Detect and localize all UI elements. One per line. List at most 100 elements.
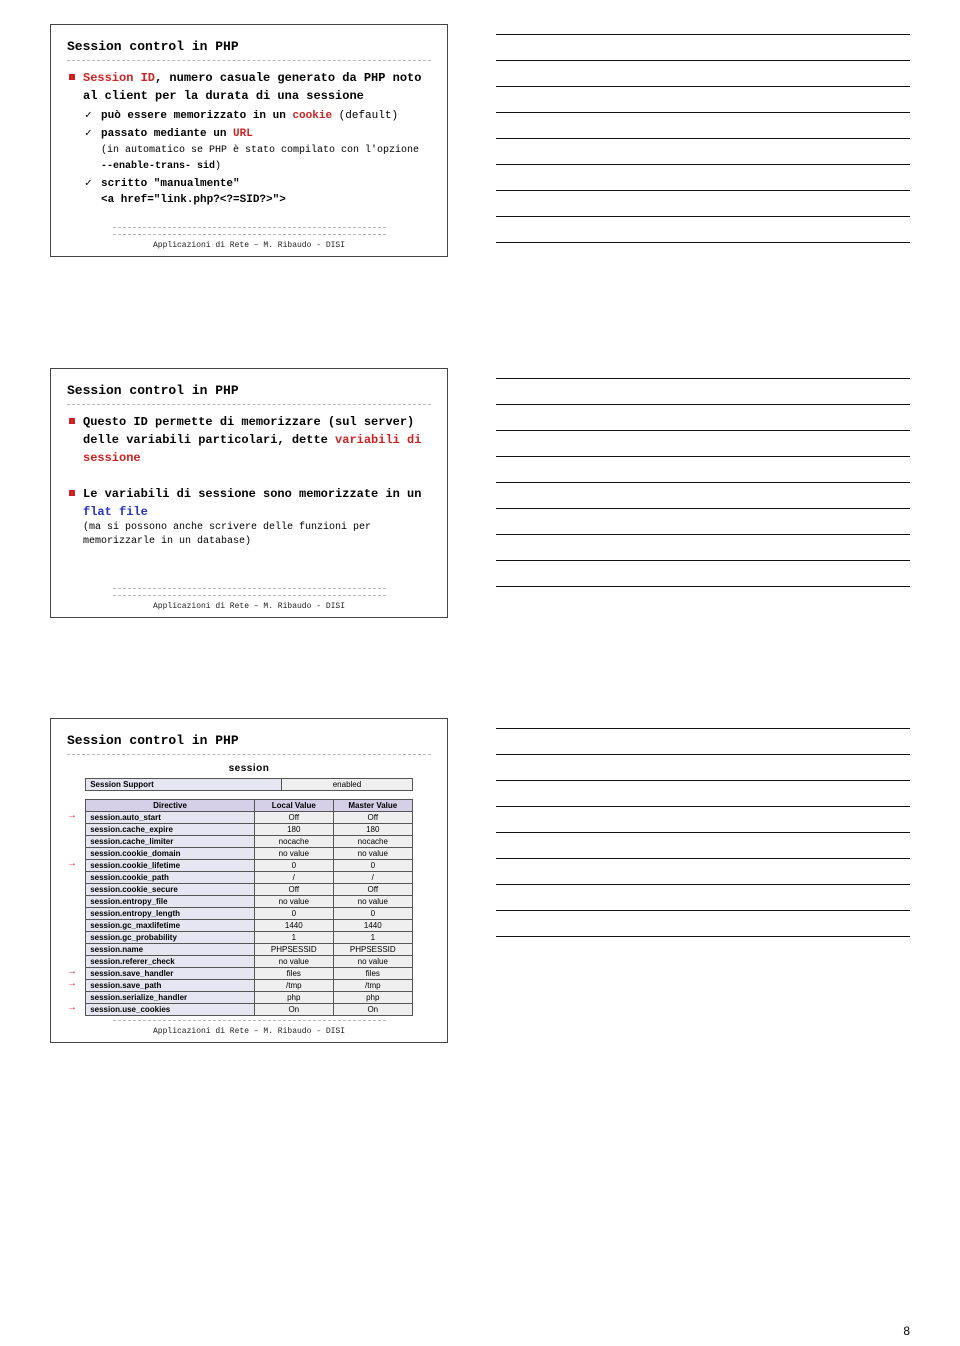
check-icon: ✓ — [85, 177, 92, 193]
cell-master: 180 — [333, 824, 412, 836]
cell-directive: session.cookie_domain — [86, 848, 255, 860]
note-line — [496, 910, 910, 911]
table-row: session.cache_expire180180 — [86, 824, 413, 836]
cell-master: php — [333, 992, 412, 1004]
cell-master: 0 — [333, 860, 412, 872]
notes-area-2 — [496, 368, 910, 612]
divider — [67, 404, 431, 405]
note-line — [496, 138, 910, 139]
cell-local: 1 — [254, 932, 333, 944]
footer-text: Applicazioni di Rete – M. Ribaudo - DISI — [67, 241, 431, 250]
th-local: Local Value — [254, 800, 333, 812]
cell-directive: session.gc_maxlifetime — [86, 920, 255, 932]
cell-directive: session.cookie_secure — [86, 884, 255, 896]
note-line — [496, 60, 910, 61]
note-line — [496, 34, 910, 35]
cell-master: On — [333, 1004, 412, 1016]
note-line — [496, 586, 910, 587]
cell-local: / — [254, 872, 333, 884]
note-line — [496, 832, 910, 833]
cell-local: 180 — [254, 824, 333, 836]
divider — [67, 754, 431, 755]
note-line — [496, 378, 910, 379]
cell-local: php — [254, 992, 333, 1004]
table-row: session.cookie_domainno valueno value — [86, 848, 413, 860]
arrow-icon: → — [69, 968, 75, 978]
cell-local: nocache — [254, 836, 333, 848]
slide-footer: Applicazioni di Rete – M. Ribaudo - DISI — [67, 588, 431, 611]
slide-1-sublist: ✓può essere memorizzato in un cookie (de… — [83, 109, 431, 209]
bullet-flatfile: Le variabili di sessione sono memorizzat… — [67, 485, 431, 548]
cell-master: PHPSESSID — [333, 944, 412, 956]
cell-local: Off — [254, 884, 333, 896]
table-header-row: Directive Local Value Master Value — [86, 800, 413, 812]
cell-directive: session.save_handler — [86, 968, 255, 980]
arrow-icon: → — [69, 980, 75, 990]
slide-2: Session control in PHP Questo ID permett… — [50, 368, 448, 618]
cell-directive: session.referer_check — [86, 956, 255, 968]
slide-1-title: Session control in PHP — [67, 39, 431, 54]
table-row: session.cookie_secureOffOff — [86, 884, 413, 896]
note-line — [496, 86, 910, 87]
cell-local: no value — [254, 848, 333, 860]
cell-master: Off — [333, 812, 412, 824]
note-line — [496, 936, 910, 937]
b2sub: (ma si possono anche scrivere delle funz… — [83, 521, 431, 548]
note-line — [496, 780, 910, 781]
notes-area-1 — [496, 24, 910, 268]
arrow-icon: → — [69, 812, 75, 822]
slide-2-title: Session control in PHP — [67, 383, 431, 398]
cell-local: Off — [254, 812, 333, 824]
table-row: session.namePHPSESSIDPHPSESSID — [86, 944, 413, 956]
bullet-variabili: Questo ID permette di memorizzare (sul s… — [67, 413, 431, 467]
cell-local: 0 — [254, 908, 333, 920]
slide-1-bullets: Session ID, numero casuale generato da P… — [67, 69, 431, 209]
th-master: Master Value — [333, 800, 412, 812]
table-row: session.cache_limiternocachenocache — [86, 836, 413, 848]
table-row: session.use_cookiesOnOn — [86, 1004, 413, 1016]
note-line — [496, 112, 910, 113]
note-line — [496, 482, 910, 483]
cell-local: 1440 — [254, 920, 333, 932]
cell-directive: session.name — [86, 944, 255, 956]
cell-master: 1 — [333, 932, 412, 944]
cell-master: no value — [333, 848, 412, 860]
t2c: (in automatico se PHP è stato compilato … — [101, 145, 419, 172]
slide-footer: Applicazioni di Rete – M. Ribaudo - DISI — [67, 227, 431, 250]
note-line — [496, 534, 910, 535]
session-directive-table: Directive Local Value Master Value sessi… — [85, 799, 413, 1016]
bullet-session-id: Session ID, numero casuale generato da P… — [67, 69, 431, 209]
cell-local: no value — [254, 956, 333, 968]
slide-2-bullets-2: Le variabili di sessione sono memorizzat… — [67, 485, 431, 548]
arrow-icon: → — [69, 860, 75, 870]
divider — [67, 60, 431, 61]
cell-master: 0 — [333, 908, 412, 920]
sub-url: ✓passato mediante un URL(in automatico s… — [83, 127, 431, 175]
slide-row-1: Session control in PHP Session ID, numer… — [50, 24, 910, 268]
section-session: session — [67, 763, 431, 774]
cell-directive: session.use_cookies — [86, 1004, 255, 1016]
cell-local: On — [254, 1004, 333, 1016]
note-line — [496, 456, 910, 457]
table-row: session.cookie_lifetime00 — [86, 860, 413, 872]
b2a: Le variabili di sessione sono memorizzat… — [83, 487, 421, 501]
cell-master: 1440 — [333, 920, 412, 932]
note-line — [496, 164, 910, 165]
t1a: può essere memorizzato in un — [101, 110, 292, 122]
check-icon: ✓ — [85, 109, 92, 125]
cell-local: files — [254, 968, 333, 980]
cell-directive: session.serialize_handler — [86, 992, 255, 1004]
cell-directive: session.entropy_length — [86, 908, 255, 920]
t1b: cookie — [292, 110, 332, 122]
cell-directive: session.auto_start — [86, 812, 255, 824]
sub-cookie: ✓può essere memorizzato in un cookie (de… — [83, 109, 431, 125]
slide-footer: Applicazioni di Rete – M. Ribaudo - DISI — [67, 1020, 431, 1036]
session-support-table: Session Support enabled — [85, 778, 413, 791]
slide-1: Session control in PHP Session ID, numer… — [50, 24, 448, 257]
slide-2-bullets: Questo ID permette di memorizzare (sul s… — [67, 413, 431, 467]
slide-3: Session control in PHP session Session S… — [50, 718, 448, 1043]
cell-local: PHPSESSID — [254, 944, 333, 956]
cell-local: /tmp — [254, 980, 333, 992]
slide-row-2: Session control in PHP Questo ID permett… — [50, 368, 910, 618]
cell-directive: session.cookie_path — [86, 872, 255, 884]
